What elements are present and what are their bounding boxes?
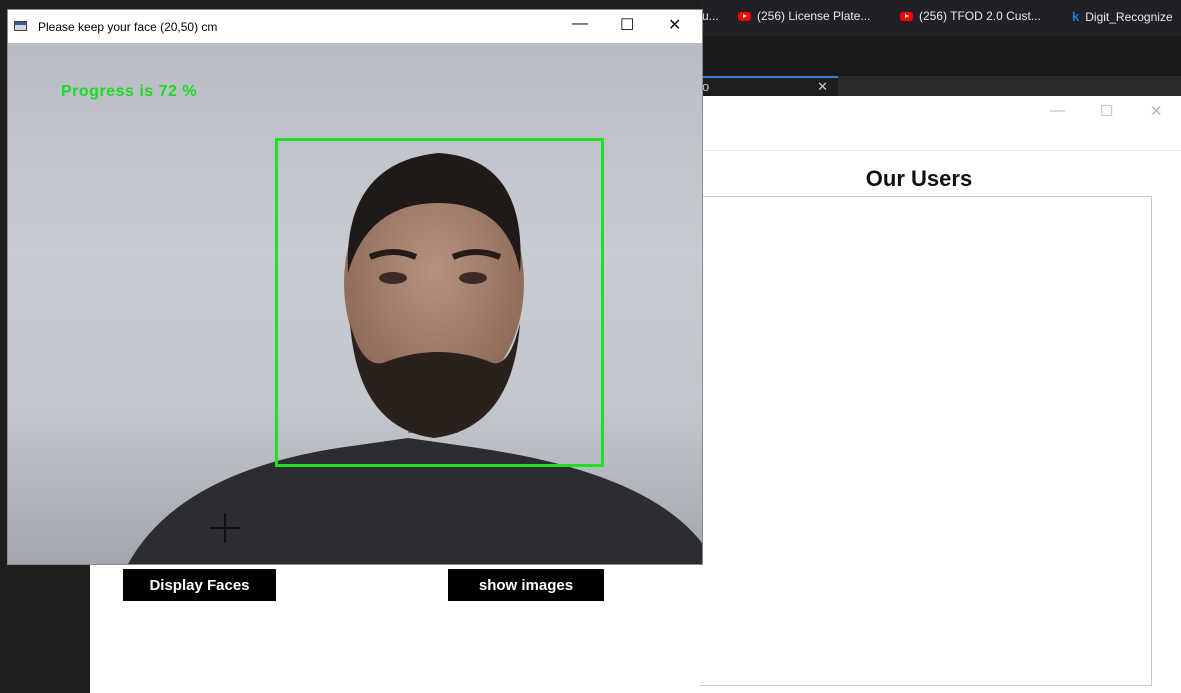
minimize-icon[interactable]: — bbox=[572, 15, 588, 33]
browser-tab-4[interactable]: k Digit_Recognize bbox=[1072, 9, 1173, 24]
users-window-titlebar: — ☐ ✕ bbox=[700, 96, 1181, 151]
editor-tab[interactable]: o ✕ bbox=[700, 76, 838, 96]
close-icon[interactable]: ✕ bbox=[1150, 102, 1163, 120]
maximize-icon[interactable]: ☐ bbox=[620, 15, 634, 35]
desktop-background bbox=[0, 564, 90, 693]
browser-toolbar bbox=[700, 36, 1181, 76]
face-detection-box bbox=[275, 138, 604, 467]
main-app-panel: Display Faces show images bbox=[90, 564, 700, 693]
camera-window: Please keep your face (20,50) cm — ☐ ✕ P… bbox=[8, 10, 702, 564]
browser-tab-1[interactable]: u... bbox=[702, 9, 719, 23]
users-title: Our Users bbox=[865, 166, 973, 191]
browser-tab-2[interactable]: (256) License Plate... bbox=[738, 9, 870, 23]
browser-tab-4-label: Digit_Recognize bbox=[1085, 9, 1173, 24]
editor-tab-label: o bbox=[702, 79, 710, 94]
kaggle-icon: k bbox=[1072, 9, 1080, 24]
users-list[interactable] bbox=[660, 196, 1152, 686]
youtube-icon bbox=[738, 11, 751, 21]
display-faces-button[interactable]: Display Faces bbox=[123, 569, 276, 601]
browser-tab-1-label: u... bbox=[702, 9, 719, 23]
close-icon[interactable]: ✕ bbox=[668, 15, 681, 35]
users-window: — ☐ ✕ Our Users bbox=[660, 96, 1181, 693]
maximize-icon[interactable]: ☐ bbox=[1100, 102, 1113, 120]
browser-tab-3-label: (256) TFOD 2.0 Cust... bbox=[919, 9, 1041, 23]
browser-tab-strip: u... (256) License Plate... (256) TFOD 2… bbox=[700, 0, 1181, 36]
editor-tab-strip: o ✕ bbox=[700, 76, 1181, 96]
camera-window-titlebar[interactable]: Please keep your face (20,50) cm — ☐ ✕ bbox=[8, 10, 702, 43]
minimize-icon[interactable]: — bbox=[1050, 102, 1065, 119]
youtube-icon bbox=[900, 11, 913, 21]
progress-label: Progress is 72 % bbox=[61, 83, 198, 100]
close-icon[interactable]: ✕ bbox=[817, 79, 828, 95]
show-images-button[interactable]: show images bbox=[448, 569, 604, 601]
camera-feed: Progress is 72 % bbox=[8, 43, 702, 564]
browser-tab-3[interactable]: (256) TFOD 2.0 Cust... bbox=[900, 9, 1041, 23]
browser-tab-2-label: (256) License Plate... bbox=[757, 9, 871, 23]
crosshair-cursor-icon bbox=[210, 513, 240, 543]
camera-window-title: Please keep your face (20,50) cm bbox=[38, 20, 218, 34]
app-icon bbox=[14, 21, 27, 31]
